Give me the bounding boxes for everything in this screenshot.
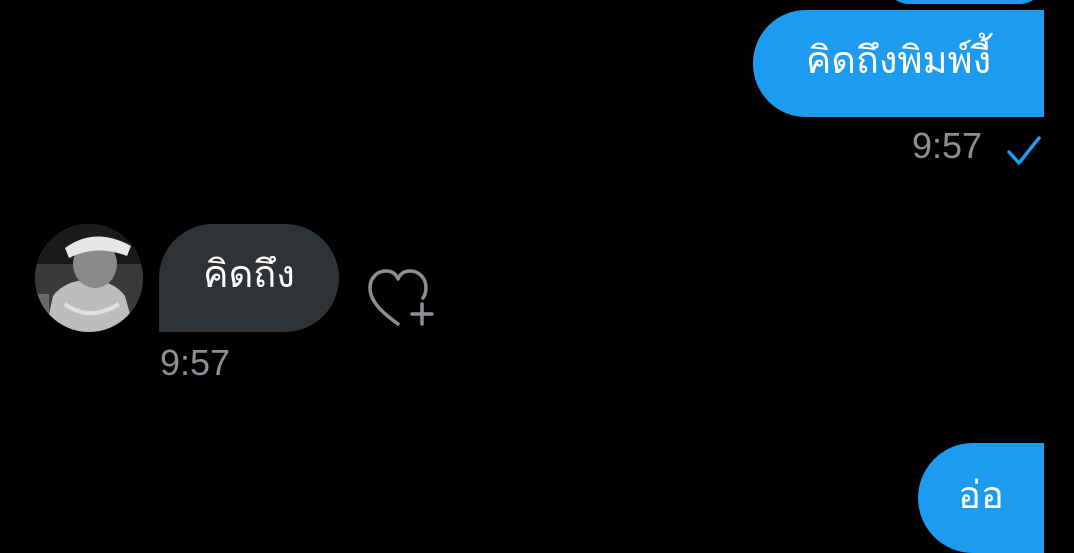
message-text: อ่อ (958, 473, 1004, 517)
message-timestamp: 9:57 (160, 342, 231, 383)
message-bubble-incoming[interactable]: คิดถึง (159, 224, 339, 332)
previous-message-bubble[interactable] (885, 0, 1044, 4)
message-bubble-outgoing[interactable]: อ่อ (918, 443, 1044, 553)
check-icon (1007, 136, 1041, 165)
heart-plus-icon[interactable] (364, 264, 438, 328)
message-text: คิดถึง (203, 252, 295, 296)
message-bubble-outgoing[interactable]: คิดถึงพิมพ์งี้ (753, 10, 1044, 117)
message-text: คิดถึงพิมพ์งี้ (805, 37, 992, 82)
avatar[interactable] (35, 224, 143, 332)
message-timestamp: 9:57 (912, 125, 983, 166)
avatar-image (35, 224, 143, 332)
